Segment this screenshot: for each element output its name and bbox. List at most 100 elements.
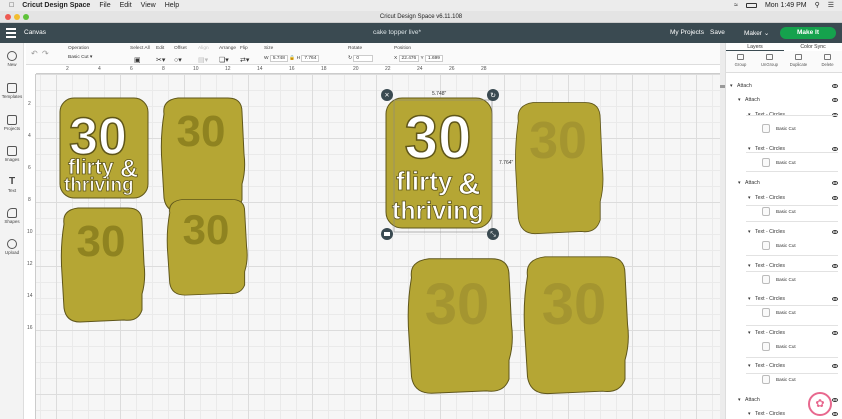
- menu-list-icon[interactable]: ☰: [828, 1, 834, 9]
- layer-row-cut[interactable]: Basic Cut: [726, 342, 842, 352]
- eye-icon[interactable]: [832, 364, 838, 368]
- align-icon[interactable]: ▤▾: [198, 56, 209, 64]
- eye-icon[interactable]: [832, 264, 838, 268]
- nav-shapes[interactable]: Shapes: [0, 208, 24, 224]
- help-menu[interactable]: Help: [165, 2, 179, 9]
- flip-icon[interactable]: ⇄▾: [240, 56, 249, 64]
- arrange-control[interactable]: Arrange ❏▾: [219, 46, 236, 64]
- group-button[interactable]: Group: [726, 51, 755, 72]
- gold-shape-3[interactable]: 30: [166, 198, 248, 296]
- gold-shape-4[interactable]: 30: [514, 102, 604, 235]
- gold-shape-2[interactable]: 30: [60, 207, 146, 323]
- expand-arrow-icon[interactable]: ▾: [738, 178, 741, 188]
- make-it-button[interactable]: Make It: [780, 27, 836, 39]
- offset-icon[interactable]: ○▾: [174, 56, 187, 64]
- edit-menu[interactable]: Edit: [120, 2, 132, 9]
- layer-row-cut[interactable]: Basic Cut: [726, 308, 842, 318]
- gold-shape-1[interactable]: 30: [160, 97, 246, 213]
- minimize-window-button[interactable]: [14, 14, 20, 20]
- my-projects-link[interactable]: My Projects: [670, 29, 704, 36]
- layer-row-text[interactable]: ▾ Text - Circles: [726, 328, 842, 338]
- layer-row-cut[interactable]: Basic Cut: [726, 241, 842, 251]
- view-menu[interactable]: View: [141, 2, 156, 9]
- eye-icon[interactable]: [832, 230, 838, 234]
- layer-row-cut[interactable]: Basic Cut: [726, 207, 842, 217]
- layer-row-text[interactable]: ▾ Text - Circles: [726, 261, 842, 271]
- layer-row-attach[interactable]: ▾ Attach: [726, 178, 842, 188]
- arrange-icon[interactable]: ❏▾: [219, 56, 236, 64]
- file-menu[interactable]: File: [99, 2, 110, 9]
- x-field[interactable]: 22.476: [398, 55, 420, 62]
- topper-flirty-selected[interactable]: 30 flirty & thriving: [385, 97, 493, 229]
- layer-row-cut[interactable]: Basic Cut: [726, 275, 842, 285]
- eye-icon[interactable]: [832, 84, 838, 88]
- delete-button[interactable]: Delete: [813, 51, 842, 72]
- ungroup-button[interactable]: UnGroup: [755, 51, 784, 72]
- eye-icon[interactable]: [832, 181, 838, 185]
- topper-flirty-left[interactable]: 30 flirty & thriving: [59, 97, 149, 199]
- eye-icon[interactable]: [832, 412, 838, 416]
- width-field[interactable]: 5.748: [269, 55, 288, 62]
- lock-icon[interactable]: 🔒: [289, 56, 295, 61]
- y-field[interactable]: 1.699: [424, 55, 443, 62]
- scissors-icon[interactable]: ✂▾: [156, 56, 165, 64]
- nav-images[interactable]: Images: [0, 146, 24, 162]
- zoom-window-button[interactable]: [23, 14, 29, 20]
- offset-control[interactable]: Offset ○▾: [174, 46, 187, 64]
- nav-templates[interactable]: Templates: [0, 83, 24, 99]
- nav-upload[interactable]: Upload: [0, 239, 24, 255]
- nav-text[interactable]: T Text: [0, 177, 24, 194]
- layer-row-text[interactable]: ▾ Text - Circles: [726, 294, 842, 304]
- machine-selector[interactable]: Maker ⌄: [744, 29, 769, 37]
- layer-row-attach[interactable]: ▾ Attach: [726, 95, 842, 105]
- expand-arrow-icon[interactable]: ▾: [730, 81, 733, 91]
- layer-row-cut[interactable]: Basic Cut: [726, 158, 842, 168]
- expand-arrow-icon[interactable]: ▾: [748, 261, 751, 271]
- close-window-button[interactable]: [5, 14, 11, 20]
- height-field[interactable]: 7.764: [301, 55, 320, 62]
- layer-row-cut[interactable]: Basic Cut: [726, 124, 842, 134]
- eye-icon[interactable]: [832, 331, 838, 335]
- tab-layers[interactable]: Layers: [726, 43, 784, 51]
- rotate-field[interactable]: 0: [353, 55, 374, 62]
- align-control[interactable]: Align ▤▾: [198, 46, 209, 64]
- eye-icon[interactable]: [832, 147, 838, 151]
- layer-row-cut[interactable]: Basic Cut: [726, 375, 842, 385]
- tab-color-sync[interactable]: Color Sync: [784, 43, 842, 51]
- operation-select[interactable]: Basic Cut: [68, 55, 89, 60]
- battery-icon[interactable]: [745, 2, 757, 8]
- hamburger-menu-icon[interactable]: [6, 28, 16, 38]
- search-icon[interactable]: ⚲: [815, 1, 820, 9]
- expand-arrow-icon[interactable]: ▾: [748, 294, 751, 304]
- expand-arrow-icon[interactable]: ▾: [748, 193, 751, 203]
- duplicate-button[interactable]: Duplicate: [784, 51, 813, 72]
- eye-icon[interactable]: [832, 398, 838, 402]
- operation-control[interactable]: Operation Basic Cut ▾: [68, 46, 92, 60]
- layer-row-text[interactable]: ▾ Text - Circles: [726, 193, 842, 203]
- expand-arrow-icon[interactable]: ▾: [738, 395, 741, 405]
- gold-shape-5[interactable]: 30: [407, 258, 513, 394]
- expand-arrow-icon[interactable]: ▾: [748, 227, 751, 237]
- apple-icon[interactable]: : [9, 2, 14, 9]
- save-link[interactable]: Save: [710, 29, 725, 36]
- wifi-icon[interactable]: ≈: [734, 2, 738, 9]
- layer-row-attach[interactable]: ▾ Attach: [726, 81, 842, 91]
- expand-arrow-icon[interactable]: ▾: [748, 361, 751, 371]
- nav-projects[interactable]: Projects: [0, 115, 24, 131]
- flip-control[interactable]: Flip ⇄▾: [240, 46, 249, 64]
- select-all-control[interactable]: Select All ▣: [130, 46, 150, 64]
- nav-new[interactable]: New: [0, 51, 24, 67]
- eye-icon[interactable]: [832, 98, 838, 102]
- eye-icon[interactable]: [832, 196, 838, 200]
- expand-arrow-icon[interactable]: ▾: [738, 95, 741, 105]
- expand-arrow-icon[interactable]: ▾: [748, 328, 751, 338]
- layer-row-text[interactable]: ▾ Text - Circles: [726, 361, 842, 371]
- expand-arrow-icon[interactable]: ▾: [748, 409, 751, 419]
- layer-row-text[interactable]: ▾ Text - Circles: [726, 227, 842, 237]
- app-menu[interactable]: Cricut Design Space: [22, 2, 90, 9]
- design-canvas[interactable]: 30 flirty & thriving 30 30 30 30 30 30 3…: [36, 74, 720, 419]
- eye-icon[interactable]: [832, 297, 838, 301]
- clock[interactable]: Mon 1:49 PM: [765, 2, 807, 9]
- undo-icon[interactable]: ↶: [31, 49, 38, 58]
- redo-icon[interactable]: ↷: [42, 49, 49, 58]
